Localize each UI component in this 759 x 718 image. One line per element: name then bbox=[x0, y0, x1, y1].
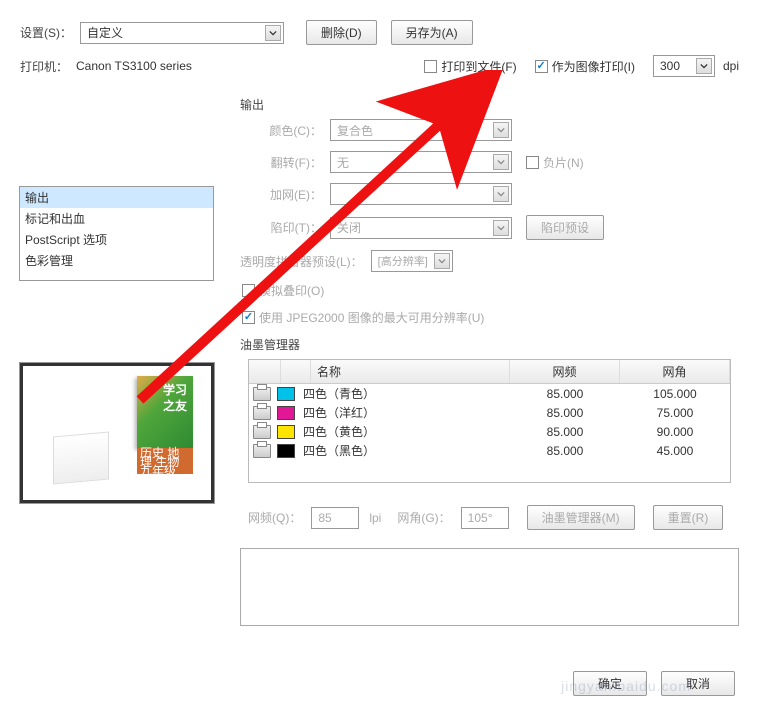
color-swatch bbox=[277, 444, 295, 458]
ink-freq: 85.000 bbox=[510, 406, 620, 420]
chevron-down-icon bbox=[493, 220, 509, 236]
settings-value: 自定义 bbox=[87, 24, 123, 41]
color-value: 复合色 bbox=[337, 122, 373, 139]
section-list[interactable]: 输出 标记和出血 PostScript 选项 色彩管理 bbox=[19, 186, 214, 281]
chevron-down-icon bbox=[493, 122, 509, 138]
color-combo[interactable]: 复合色 bbox=[330, 119, 512, 141]
table-row[interactable]: 四色（洋红）85.00075.000 bbox=[249, 403, 730, 422]
negative-label: 负片(N) bbox=[543, 154, 584, 171]
transparency-value: [高分辨率] bbox=[378, 253, 428, 269]
reset-button[interactable]: 重置(R) bbox=[653, 505, 724, 530]
list-item[interactable]: 色彩管理 bbox=[20, 250, 213, 271]
transparency-label: 透明度拼合器预设(L)： bbox=[240, 253, 363, 270]
freq-input[interactable]: 85 bbox=[311, 507, 359, 529]
ink-name: 四色（青色） bbox=[303, 385, 510, 402]
angle-label: 网角(G)： bbox=[397, 509, 450, 526]
col-header-freq: 网频 bbox=[510, 360, 620, 383]
angle-input[interactable]: 105° bbox=[461, 507, 509, 529]
chevron-down-icon bbox=[696, 58, 712, 74]
jpeg2000-label: 使用 JPEG2000 图像的最大可用分辨率(U) bbox=[259, 309, 484, 326]
ink-name: 四色（黑色） bbox=[303, 442, 510, 459]
simulate-overprint-checkbox[interactable] bbox=[242, 284, 255, 297]
ink-angle: 90.000 bbox=[620, 425, 730, 439]
ink-manager-button[interactable]: 油墨管理器(M) bbox=[527, 505, 635, 530]
jpeg2000-checkbox[interactable] bbox=[242, 311, 255, 324]
chevron-down-icon bbox=[493, 154, 509, 170]
chevron-down-icon bbox=[265, 25, 281, 41]
ink-freq: 85.000 bbox=[510, 444, 620, 458]
col-header-angle: 网角 bbox=[620, 360, 730, 383]
ink-freq: 85.000 bbox=[510, 387, 620, 401]
color-swatch bbox=[277, 406, 295, 420]
trap-preset-button[interactable]: 陷印预设 bbox=[526, 215, 604, 240]
transparency-combo[interactable]: [高分辨率] bbox=[371, 250, 453, 272]
print-as-image-checkbox[interactable] bbox=[535, 60, 548, 73]
flip-combo[interactable]: 无 bbox=[330, 151, 512, 173]
cancel-button[interactable]: 取消 bbox=[661, 671, 735, 696]
screen-label: 加网(E)： bbox=[240, 186, 322, 203]
dpi-unit: dpi bbox=[723, 59, 739, 73]
preview-book-cover: 学习 之友 bbox=[137, 376, 193, 448]
table-row[interactable]: 四色（黑色）85.00045.000 bbox=[249, 441, 730, 460]
save-as-button[interactable]: 另存为(A) bbox=[391, 20, 473, 45]
printer-icon bbox=[253, 406, 271, 420]
ink-freq: 85.000 bbox=[510, 425, 620, 439]
ink-angle: 105.000 bbox=[620, 387, 730, 401]
screen-combo[interactable] bbox=[330, 183, 512, 205]
list-item[interactable]: 标记和出血 bbox=[20, 208, 213, 229]
chevron-down-icon bbox=[434, 253, 450, 269]
ink-table: 名称 网频 网角 四色（青色）85.000105.000四色（洋红）85.000… bbox=[248, 359, 731, 483]
printer-icon bbox=[253, 387, 271, 401]
output-section-title: 输出 bbox=[240, 96, 739, 113]
notes-box[interactable] bbox=[240, 548, 739, 626]
dpi-combo[interactable]: 300 bbox=[653, 55, 715, 77]
settings-combo[interactable]: 自定义 bbox=[80, 22, 284, 44]
print-as-image-label: 作为图像打印(I) bbox=[552, 58, 635, 75]
ink-manager-title: 油墨管理器 bbox=[240, 336, 739, 353]
freq-label: 网频(Q)： bbox=[248, 509, 301, 526]
trap-combo[interactable]: 关闭 bbox=[330, 217, 512, 239]
negative-checkbox[interactable] bbox=[526, 156, 539, 169]
flip-label: 翻转(F)： bbox=[240, 154, 322, 171]
delete-button[interactable]: 删除(D) bbox=[306, 20, 377, 45]
dpi-value: 300 bbox=[660, 59, 680, 73]
ink-angle: 75.000 bbox=[620, 406, 730, 420]
preview-book-title: 学习 之友 bbox=[163, 382, 187, 414]
ink-name: 四色（洋红） bbox=[303, 404, 510, 421]
simulate-overprint-label: 模拟叠印(O) bbox=[259, 282, 324, 299]
flip-value: 无 bbox=[337, 154, 349, 171]
color-swatch bbox=[277, 425, 295, 439]
printer-icon bbox=[253, 444, 271, 458]
ink-angle: 45.000 bbox=[620, 444, 730, 458]
table-row[interactable]: 四色（青色）85.000105.000 bbox=[249, 384, 730, 403]
trap-value: 关闭 bbox=[337, 219, 361, 236]
printer-icon bbox=[253, 425, 271, 439]
lpi-label: lpi bbox=[369, 511, 381, 525]
ink-name: 四色（黄色） bbox=[303, 423, 510, 440]
print-to-file-checkbox[interactable] bbox=[424, 60, 437, 73]
color-label: 颜色(C)： bbox=[240, 122, 322, 139]
list-item[interactable]: PostScript 选项 bbox=[20, 229, 213, 250]
printer-name: Canon TS3100 series bbox=[76, 59, 192, 73]
list-item[interactable]: 输出 bbox=[20, 187, 213, 208]
printer-label: 打印机： bbox=[20, 58, 68, 75]
settings-label: 设置(S)： bbox=[20, 24, 72, 41]
print-to-file-label: 打印到文件(F) bbox=[441, 58, 516, 75]
page-preview: 学习 之友 历史 地理 生物 九年级(全一册) bbox=[19, 362, 215, 504]
col-header-name: 名称 bbox=[311, 360, 510, 383]
color-swatch bbox=[277, 387, 295, 401]
chevron-down-icon bbox=[493, 186, 509, 202]
ok-button[interactable]: 确定 bbox=[573, 671, 647, 696]
preview-box-shape bbox=[53, 432, 109, 485]
trap-label: 陷印(T)： bbox=[240, 219, 322, 236]
preview-book-strip: 历史 地理 生物 九年级(全一册) bbox=[137, 448, 193, 474]
table-row[interactable]: 四色（黄色）85.00090.000 bbox=[249, 422, 730, 441]
